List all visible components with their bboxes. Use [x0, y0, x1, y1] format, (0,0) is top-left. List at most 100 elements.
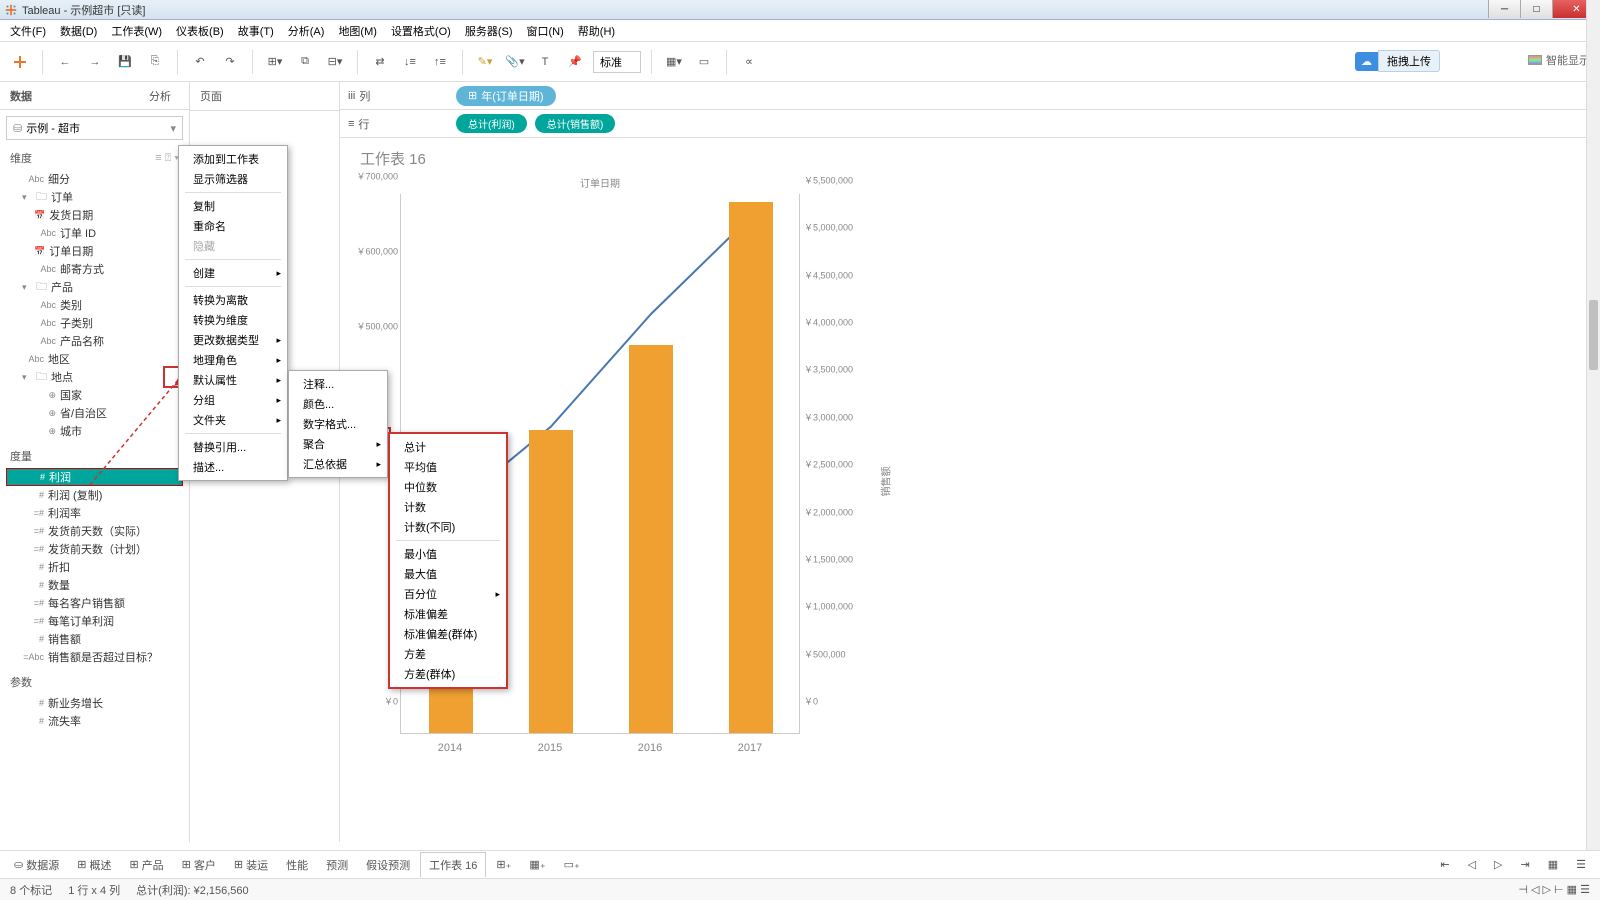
rows-pill-1[interactable]: 总计(利润) — [456, 114, 527, 133]
menu-file[interactable]: 文件(F) — [4, 21, 52, 41]
field-item[interactable]: =#发货前天数（实际） — [0, 522, 189, 540]
swap-button[interactable]: ⇄ — [368, 50, 392, 74]
field-item[interactable]: Abc产品名称 — [0, 332, 189, 350]
menu-item[interactable]: 转换为离散 — [179, 290, 287, 310]
field-item[interactable]: ⊕城市 — [0, 422, 189, 440]
field-item[interactable]: #利润 (复制) — [0, 486, 189, 504]
field-item[interactable]: Abc子类别 — [0, 314, 189, 332]
menu-item[interactable]: 转换为维度 — [179, 310, 287, 330]
menu-item[interactable]: 更改数据类型 — [179, 330, 287, 350]
nav-last[interactable]: ⇥ — [1513, 854, 1538, 875]
field-item[interactable]: ⊕国家 — [0, 386, 189, 404]
field-item[interactable]: =#发货前天数（计划） — [0, 540, 189, 558]
new-data-button[interactable]: ⎘ — [143, 50, 167, 74]
back-button[interactable]: ← — [53, 50, 77, 74]
text-button[interactable]: T — [533, 50, 557, 74]
menu-dashboard[interactable]: 仪表板(B) — [170, 21, 230, 41]
menu-server[interactable]: 服务器(S) — [459, 21, 519, 41]
menu-item[interactable]: 平均值 — [390, 457, 506, 477]
field-item[interactable]: =Abc销售额是否超过目标？ — [0, 648, 189, 666]
field-item[interactable]: Abc细分 — [0, 170, 189, 188]
menu-item[interactable]: 计数(不同) — [390, 517, 506, 537]
menu-item[interactable]: 分组 — [179, 390, 287, 410]
menu-item[interactable]: 计数 — [390, 497, 506, 517]
field-item[interactable]: #折扣 — [0, 558, 189, 576]
menu-item[interactable]: 最大值 — [390, 564, 506, 584]
menu-item[interactable]: 注释... — [289, 374, 387, 394]
group-button[interactable]: 📎▾ — [503, 50, 527, 74]
tab-product[interactable]: ⊞产品 — [121, 853, 171, 877]
tab-analytics[interactable]: 分析 — [91, 82, 190, 109]
nav-next[interactable]: ▷ — [1486, 854, 1510, 875]
tab-current-sheet[interactable]: 工作表 16 — [420, 852, 486, 877]
redo-button[interactable]: ↷ — [218, 50, 242, 74]
view-icon[interactable]: ≡ ⍰ ▾ — [155, 152, 179, 165]
field-item[interactable]: #数量 — [0, 576, 189, 594]
menu-item[interactable]: 总计 — [390, 437, 506, 457]
logo-icon[interactable] — [8, 50, 32, 74]
new-dashboard-button[interactable]: ▦₊ — [521, 854, 553, 875]
sheet-title[interactable]: 工作表 16 — [360, 148, 1580, 169]
datasource-selector[interactable]: ⛁ 示例 - 超市 — [6, 116, 183, 140]
columns-pill[interactable]: ⊞年(订单日期) — [456, 86, 556, 106]
menu-story[interactable]: 故事(T) — [232, 21, 280, 41]
field-item[interactable]: ▾🗀订单 — [0, 188, 189, 206]
sort-asc-button[interactable]: ↓≡ — [398, 50, 422, 74]
menu-item[interactable]: 方差 — [390, 644, 506, 664]
menu-item[interactable]: 百分位 — [390, 584, 506, 604]
nav-prev[interactable]: ◁ — [1460, 854, 1484, 875]
menu-item[interactable]: 默认属性 — [179, 370, 287, 390]
menu-item[interactable]: 替换引用... — [179, 437, 287, 457]
rows-pill-2[interactable]: 总计(销售额) — [535, 114, 616, 133]
menu-data[interactable]: 数据(D) — [54, 21, 103, 41]
presentation-button[interactable]: ▭ — [692, 50, 716, 74]
chart-bar[interactable] — [729, 202, 773, 733]
field-item[interactable]: 📅发货日期 — [0, 206, 189, 224]
new-story-button[interactable]: ▭₊ — [556, 854, 588, 875]
forward-button[interactable]: → — [83, 50, 107, 74]
field-item[interactable]: Abc类别 — [0, 296, 189, 314]
duplicate-button[interactable]: ⧉ — [293, 50, 317, 74]
show-cards-button[interactable]: ▦▾ — [662, 50, 686, 74]
menu-item[interactable]: 聚合 — [289, 434, 387, 454]
field-item[interactable]: Abc邮寄方式 — [0, 260, 189, 278]
menu-worksheet[interactable]: 工作表(W) — [105, 21, 168, 41]
field-item[interactable]: Abc订单 ID — [0, 224, 189, 242]
field-item[interactable]: #利润 — [6, 468, 183, 486]
pin-button[interactable]: 📌 — [563, 50, 587, 74]
menu-item[interactable]: 标准偏差(群体) — [390, 624, 506, 644]
tab-overview[interactable]: ⊞概述 — [69, 853, 119, 877]
tab-customer[interactable]: ⊞客户 — [174, 853, 224, 877]
menu-item[interactable]: 数字格式... — [289, 414, 387, 434]
menu-item[interactable]: 描述... — [179, 457, 287, 477]
menu-window[interactable]: 窗口(N) — [521, 21, 570, 41]
menu-item[interactable]: 文件夹 — [179, 410, 287, 430]
tab-forecast[interactable]: 预测 — [318, 853, 356, 877]
new-sheet-button[interactable]: ⊞▾ — [263, 50, 287, 74]
columns-shelf[interactable]: iii列 ⊞年(订单日期) — [340, 82, 1600, 110]
menu-item[interactable]: 中位数 — [390, 477, 506, 497]
field-item[interactable]: ▾🗀产品 — [0, 278, 189, 296]
clear-button[interactable]: ⊟▾ — [323, 50, 347, 74]
rows-shelf[interactable]: ≡行 总计(利润) 总计(销售额) — [340, 110, 1600, 138]
menu-item[interactable]: 创建 — [179, 263, 287, 283]
share-button[interactable]: ∝ — [737, 50, 761, 74]
menu-item[interactable]: 重命名 — [179, 216, 287, 236]
show-filmstrip[interactable]: ▦ — [1540, 854, 1566, 875]
menu-item[interactable]: 方差(群体) — [390, 664, 506, 684]
highlight-button[interactable]: ✎▾ — [473, 50, 497, 74]
menu-format[interactable]: 设置格式(O) — [385, 21, 457, 41]
minimize-button[interactable]: ─ — [1488, 0, 1520, 18]
field-item[interactable]: 📅订单日期 — [0, 242, 189, 260]
field-item[interactable]: Abc地区 — [0, 350, 189, 368]
nav-first[interactable]: ⇤ — [1432, 854, 1457, 875]
menu-item[interactable]: 最小值 — [390, 544, 506, 564]
tab-data[interactable]: 数据 — [0, 82, 91, 109]
save-button[interactable]: 💾 — [113, 50, 137, 74]
menu-analysis[interactable]: 分析(A) — [282, 21, 331, 41]
menu-item[interactable]: 汇总依据 — [289, 454, 387, 474]
status-nav[interactable]: ⊣ ◁ ▷ ⊢ ▦ ☰ — [1518, 883, 1590, 896]
cloud-upload[interactable]: ☁ 拖拽上传 — [1355, 50, 1440, 72]
show-me-button[interactable]: 智能显示 — [1528, 52, 1590, 68]
tab-datasource[interactable]: ⛀数据源 — [6, 853, 67, 877]
